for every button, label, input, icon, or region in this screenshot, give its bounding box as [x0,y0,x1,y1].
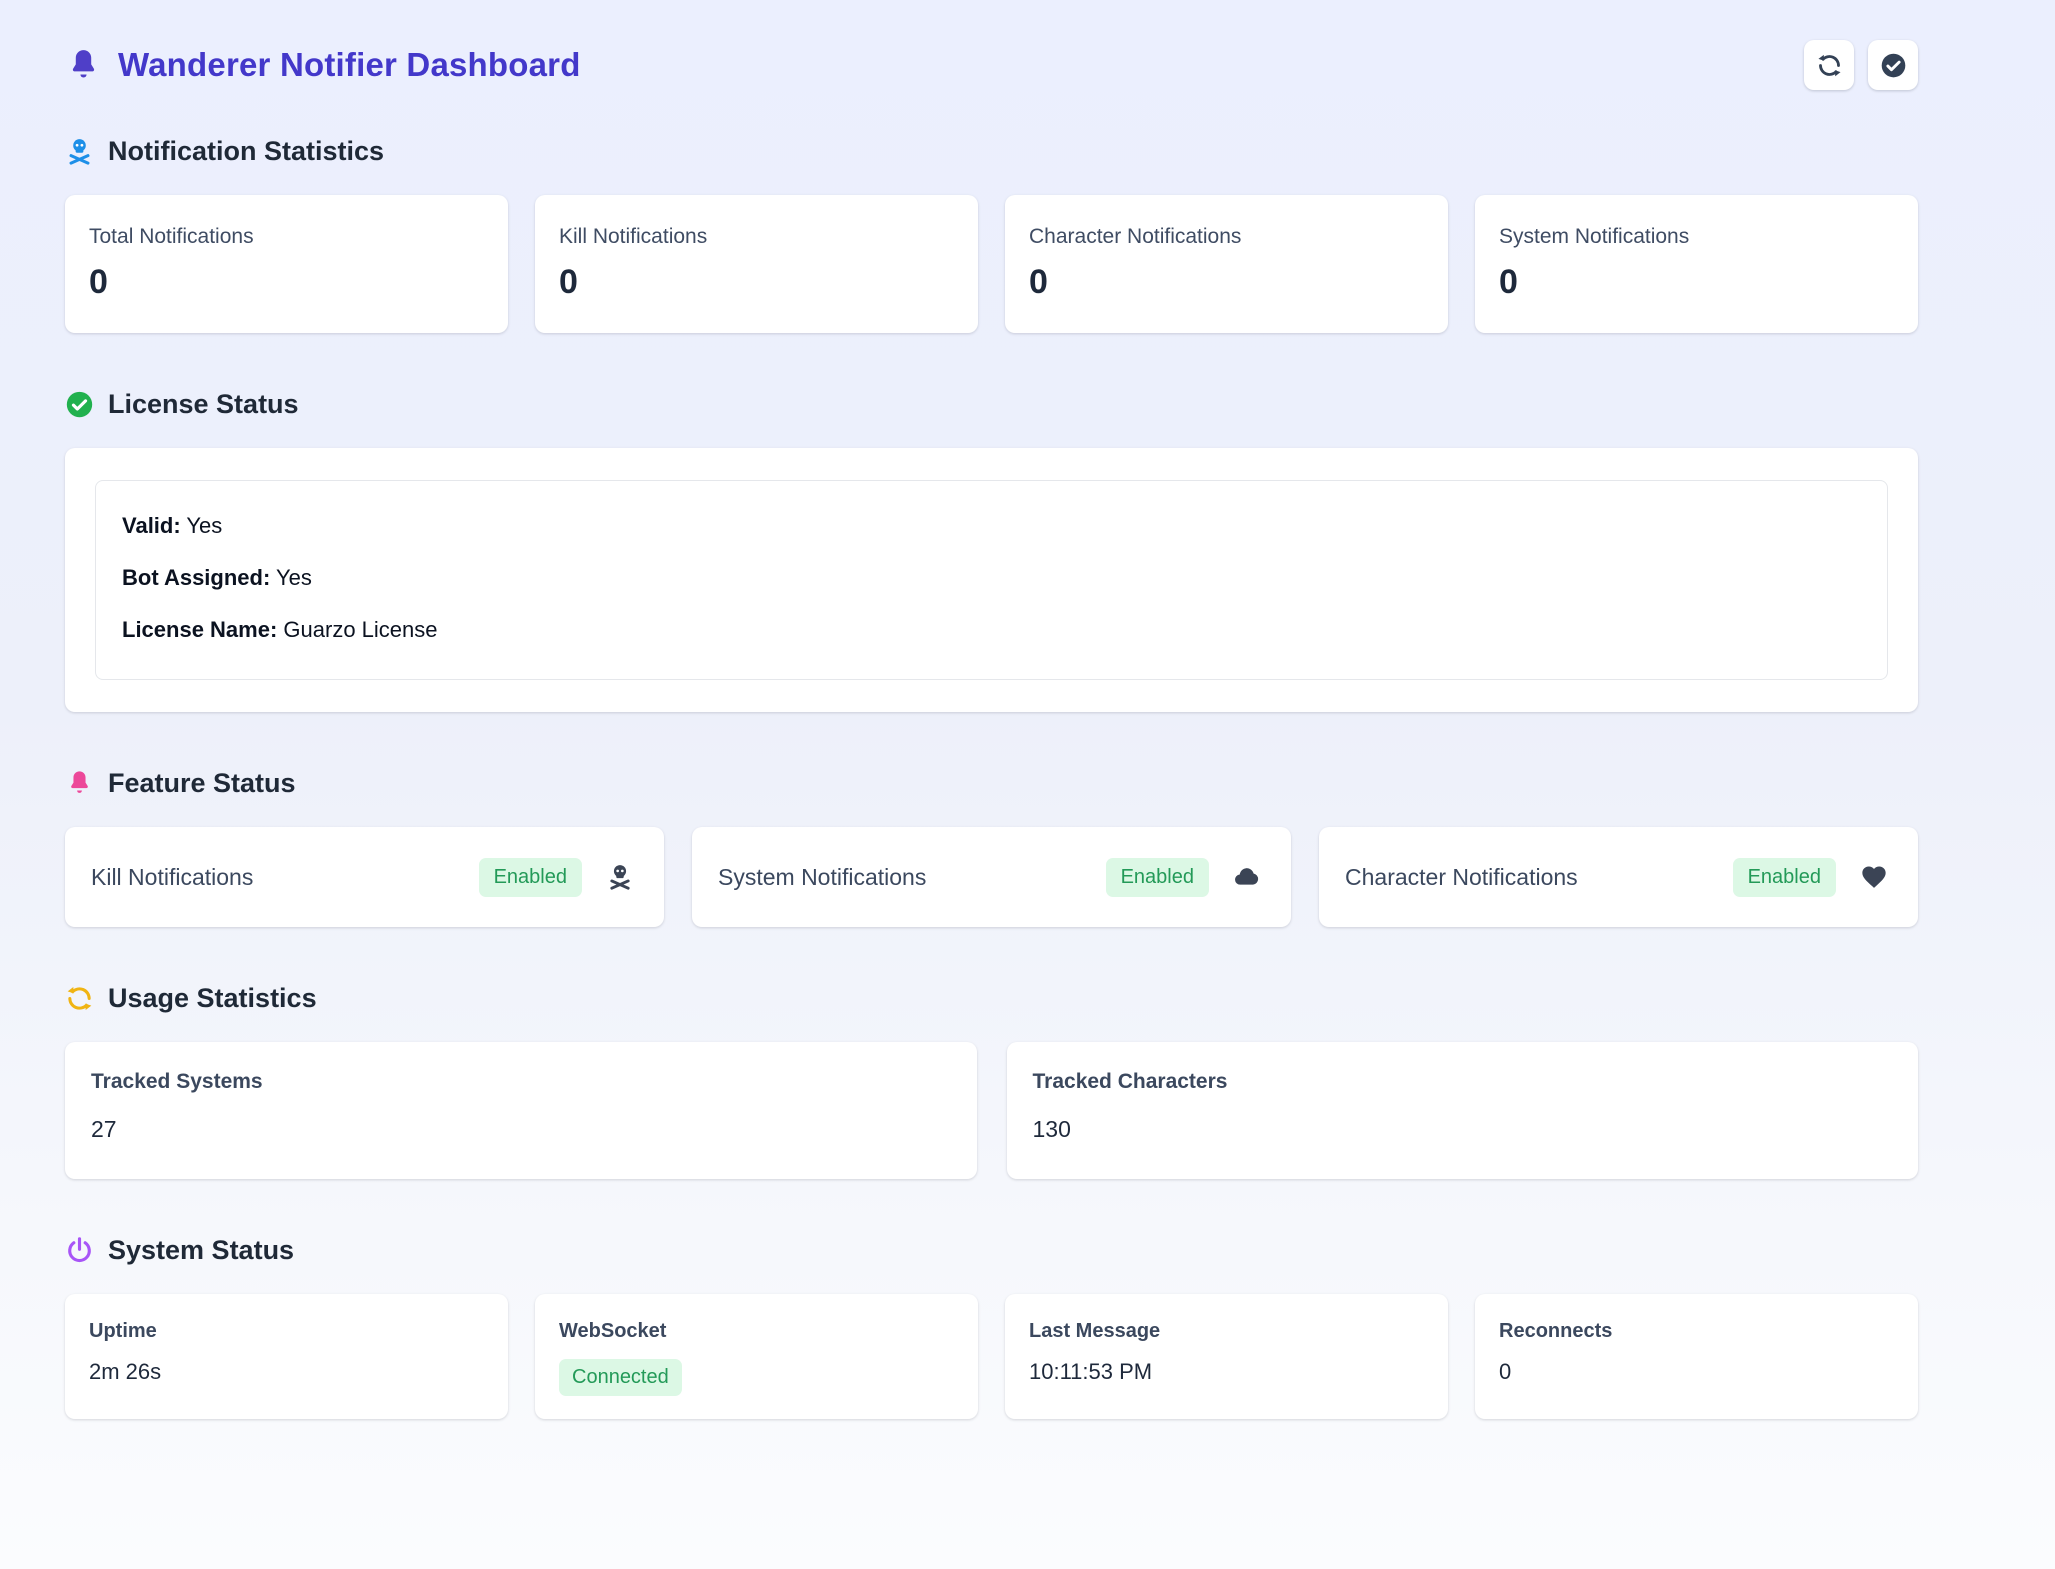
license-name-value: Guarzo License [277,617,437,642]
bell-icon [65,47,102,84]
license-name-line: License Name: Guarzo License [122,617,1861,643]
stat-label: System Notifications [1499,225,1894,249]
cloud-icon [1233,863,1261,891]
heart-icon [1860,863,1888,891]
refresh-icon [1816,52,1843,79]
license-card: Valid: Yes Bot Assigned: Yes License Nam… [65,448,1918,712]
section-title: Notification Statistics [108,136,384,167]
system-card-websocket: WebSocket Connected [535,1294,978,1419]
skull-crossbones-icon [65,137,94,166]
system-label: Uptime [89,1320,484,1343]
section-title: License Status [108,389,299,420]
license-bot-label: Bot Assigned: [122,565,270,590]
section-system-status: System Status Uptime 2m 26s WebSocket Co… [65,1235,1918,1419]
feature-card-character-notifications: Character Notifications Enabled [1319,827,1918,927]
stat-label: Character Notifications [1029,225,1424,249]
license-valid-label: Valid: [122,513,181,538]
skull-crossbones-icon [606,863,634,891]
section-notification-statistics: Notification Statistics Total Notificati… [65,136,1918,333]
license-valid-line: Valid: Yes [122,513,1861,539]
feature-card-system-notifications: System Notifications Enabled [692,827,1291,927]
connected-badge: Connected [559,1359,682,1396]
check-circle-icon [65,390,94,419]
enabled-badge: Enabled [1733,858,1836,897]
section-title: Usage Statistics [108,983,317,1014]
usage-card-tracked-characters: Tracked Characters 130 [1007,1042,1919,1179]
section-license-status: License Status Valid: Yes Bot Assigned: … [65,389,1918,712]
stat-card-system-notifications: System Notifications 0 [1475,195,1918,333]
section-title: System Status [108,1235,294,1266]
power-icon [65,1236,94,1265]
feature-label: Character Notifications [1345,864,1578,891]
license-details: Valid: Yes Bot Assigned: Yes License Nam… [95,480,1888,680]
stat-value: 0 [1499,263,1894,302]
system-label: Last Message [1029,1320,1424,1343]
section-feature-status: Feature Status Kill Notifications Enable… [65,768,1918,927]
system-card-uptime: Uptime 2m 26s [65,1294,508,1419]
feature-card-kill-notifications: Kill Notifications Enabled [65,827,664,927]
system-card-reconnects: Reconnects 0 [1475,1294,1918,1419]
system-value: 2m 26s [89,1359,484,1385]
license-bot-value: Yes [270,565,312,590]
system-value: 0 [1499,1359,1894,1385]
system-value: 10:11:53 PM [1029,1359,1424,1385]
stat-value: 0 [1029,263,1424,302]
page-title: Wanderer Notifier Dashboard [118,46,581,84]
stat-value: 0 [559,263,954,302]
system-label: Reconnects [1499,1320,1894,1343]
feature-label: System Notifications [718,864,926,891]
license-name-label: License Name: [122,617,277,642]
section-usage-statistics: Usage Statistics Tracked Systems 27 Trac… [65,983,1918,1179]
stat-label: Kill Notifications [559,225,954,249]
usage-value: 27 [91,1116,951,1143]
usage-label: Tracked Characters [1033,1070,1893,1094]
enabled-badge: Enabled [479,858,582,897]
stat-card-total-notifications: Total Notifications 0 [65,195,508,333]
sync-icon [65,984,94,1013]
section-title: Feature Status [108,768,296,799]
refresh-button[interactable] [1804,40,1854,90]
feature-label: Kill Notifications [91,864,253,891]
stat-value: 0 [89,263,484,302]
usage-value: 130 [1033,1116,1893,1143]
app-header: Wanderer Notifier Dashboard [65,40,1918,90]
stat-card-character-notifications: Character Notifications 0 [1005,195,1448,333]
license-bot-line: Bot Assigned: Yes [122,565,1861,591]
enabled-badge: Enabled [1106,858,1209,897]
bell-icon [65,769,94,798]
stat-card-kill-notifications: Kill Notifications 0 [535,195,978,333]
stat-label: Total Notifications [89,225,484,249]
dashboard-page: Wanderer Notifier Dashboard Notification… [65,0,1918,1419]
usage-card-tracked-systems: Tracked Systems 27 [65,1042,977,1179]
usage-label: Tracked Systems [91,1070,951,1094]
license-valid-value: Yes [181,513,223,538]
system-card-last-message: Last Message 10:11:53 PM [1005,1294,1448,1419]
system-label: WebSocket [559,1320,954,1343]
check-circle-icon [1880,52,1907,79]
check-button[interactable] [1868,40,1918,90]
